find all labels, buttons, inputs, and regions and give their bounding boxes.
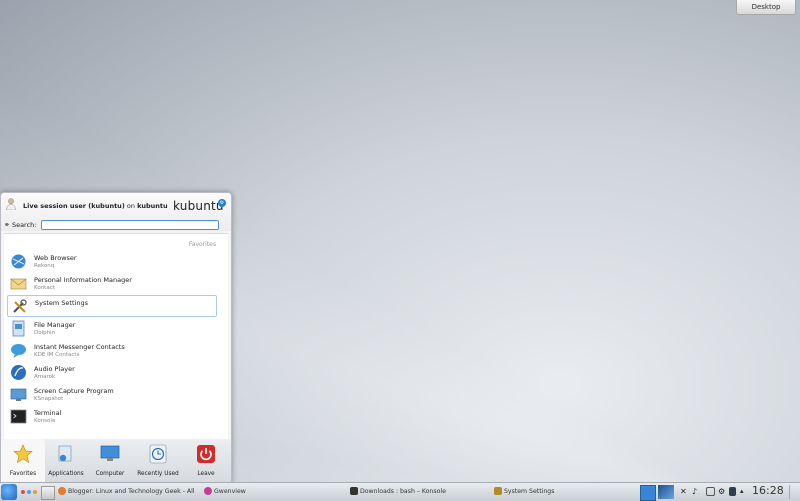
device-notifier-icon[interactable]	[729, 487, 736, 496]
favorite-item-pim[interactable]: Personal Information Manager Kontact	[7, 273, 215, 293]
pim-icon	[10, 278, 27, 290]
favorite-item-system-settings[interactable]: System Settings	[7, 295, 217, 317]
im-contacts-icon	[11, 344, 26, 358]
web-browser-icon	[11, 254, 26, 269]
tab-applications[interactable]: Applications	[44, 439, 88, 483]
task-system-settings[interactable]: System Settings	[494, 486, 614, 498]
pager-desktop-2[interactable]	[27, 490, 31, 494]
item-subtitle: Kontact	[34, 285, 55, 291]
session-user-label: Live session user (kubuntu) on kubuntu	[23, 202, 168, 210]
user-on-text: on	[126, 202, 135, 210]
item-title: Screen Capture Program	[34, 387, 114, 395]
favorites-heading: Favorites	[188, 241, 216, 248]
favorites-list: Favorites Web Browser Rekonq Personal In…	[4, 233, 228, 440]
terminal-icon	[10, 409, 27, 424]
pager-widget[interactable]	[41, 486, 55, 500]
panel-toolbox-icon[interactable]	[789, 485, 799, 499]
item-title: Audio Player	[34, 365, 75, 373]
favorite-item-screen-capture[interactable]: Screen Capture Program KSnapshot	[7, 384, 215, 404]
kubuntu-logo-icon: ⚙	[218, 199, 226, 207]
favorite-item-file-manager[interactable]: File Manager Dolphin	[7, 318, 215, 338]
item-subtitle: Dolphin	[34, 330, 56, 336]
star-icon	[13, 444, 33, 464]
show-desktop-button[interactable]: Desktop	[736, 0, 796, 15]
system-settings-icon	[13, 299, 27, 313]
konsole-icon	[350, 487, 358, 495]
clock-icon	[149, 444, 167, 464]
tab-label: Recently Used	[137, 471, 179, 477]
binoculars-icon: ⚭	[4, 221, 10, 229]
tab-computer[interactable]: Computer	[88, 439, 132, 483]
tab-leave[interactable]: Leave	[184, 439, 228, 483]
volume-icon[interactable]: ♪	[692, 487, 701, 496]
tab-label: Computer	[95, 471, 125, 477]
item-title: Web Browser	[34, 254, 77, 262]
kubuntu-logo: kubuntu	[173, 199, 224, 213]
pager-desktop-1[interactable]	[21, 490, 25, 494]
item-title: System Settings	[35, 299, 88, 307]
tab-label: Leave	[197, 471, 215, 477]
applications-icon	[58, 445, 72, 462]
power-icon	[197, 445, 215, 463]
taskbar: Blogger: Linux and Technology Geek - All…	[0, 482, 800, 501]
tray-expand-icon[interactable]: ▴	[740, 487, 749, 496]
tab-label: Applications	[48, 471, 84, 477]
tab-recently-used[interactable]: Recently Used	[133, 439, 183, 483]
firefox-icon	[58, 487, 66, 495]
favorite-item-audio-player[interactable]: Audio Player Amarok	[7, 362, 215, 382]
launcher-tabs: Favorites Applications Computer Recently…	[1, 439, 231, 483]
item-subtitle: KSnapshot	[34, 396, 64, 402]
notifications-icon[interactable]: ⚙	[718, 487, 727, 496]
task-konsole[interactable]: Downloads : bash – Konsole	[350, 486, 480, 498]
kde-menu-button[interactable]	[1, 484, 17, 500]
item-title: Instant Messenger Contacts	[34, 343, 125, 351]
favorite-item-im-contacts[interactable]: Instant Messenger Contacts KDE IM Contac…	[7, 340, 215, 360]
user-avatar-icon	[6, 198, 16, 210]
host-name: kubuntu	[137, 202, 168, 210]
item-subtitle: Rekonq	[34, 263, 55, 269]
favorite-item-terminal[interactable]: Terminal Konsole	[7, 406, 215, 426]
pager-desktop-3[interactable]	[33, 490, 37, 494]
computer-icon	[100, 445, 120, 461]
bluetooth-icon[interactable]: ✕	[680, 487, 689, 496]
dashboard-icon[interactable]	[658, 485, 674, 499]
task-blogger[interactable]: Blogger: Linux and Technology Geek - All	[58, 486, 198, 498]
favorite-item-web-browser[interactable]: Web Browser Rekonq	[7, 251, 215, 271]
tab-favorites[interactable]: Favorites	[1, 439, 45, 483]
system-settings-icon	[494, 487, 502, 495]
search-label: ⚭ Search:	[4, 221, 37, 229]
task-gwenview[interactable]: Gwenview	[204, 486, 324, 498]
item-subtitle: Amarok	[34, 374, 56, 380]
audio-player-icon	[11, 365, 26, 380]
show-desktop-icon[interactable]	[640, 485, 656, 501]
gwenview-icon	[204, 487, 212, 495]
item-subtitle: Konsole	[34, 418, 56, 424]
clock[interactable]: 16:28	[752, 484, 784, 497]
item-title: Terminal	[34, 409, 62, 417]
network-icon[interactable]	[706, 487, 715, 496]
item-title: File Manager	[34, 321, 76, 329]
search-input[interactable]	[41, 220, 219, 230]
screen-capture-icon	[10, 388, 27, 401]
item-title: Personal Information Manager	[34, 276, 132, 284]
kickoff-launcher-menu: Live session user (kubuntu) on kubuntu k…	[0, 192, 232, 484]
user-name: Live session user (kubuntu)	[23, 202, 125, 210]
file-manager-icon	[12, 320, 25, 337]
tab-label: Favorites	[9, 471, 37, 477]
item-subtitle: KDE IM Contacts	[34, 352, 80, 358]
